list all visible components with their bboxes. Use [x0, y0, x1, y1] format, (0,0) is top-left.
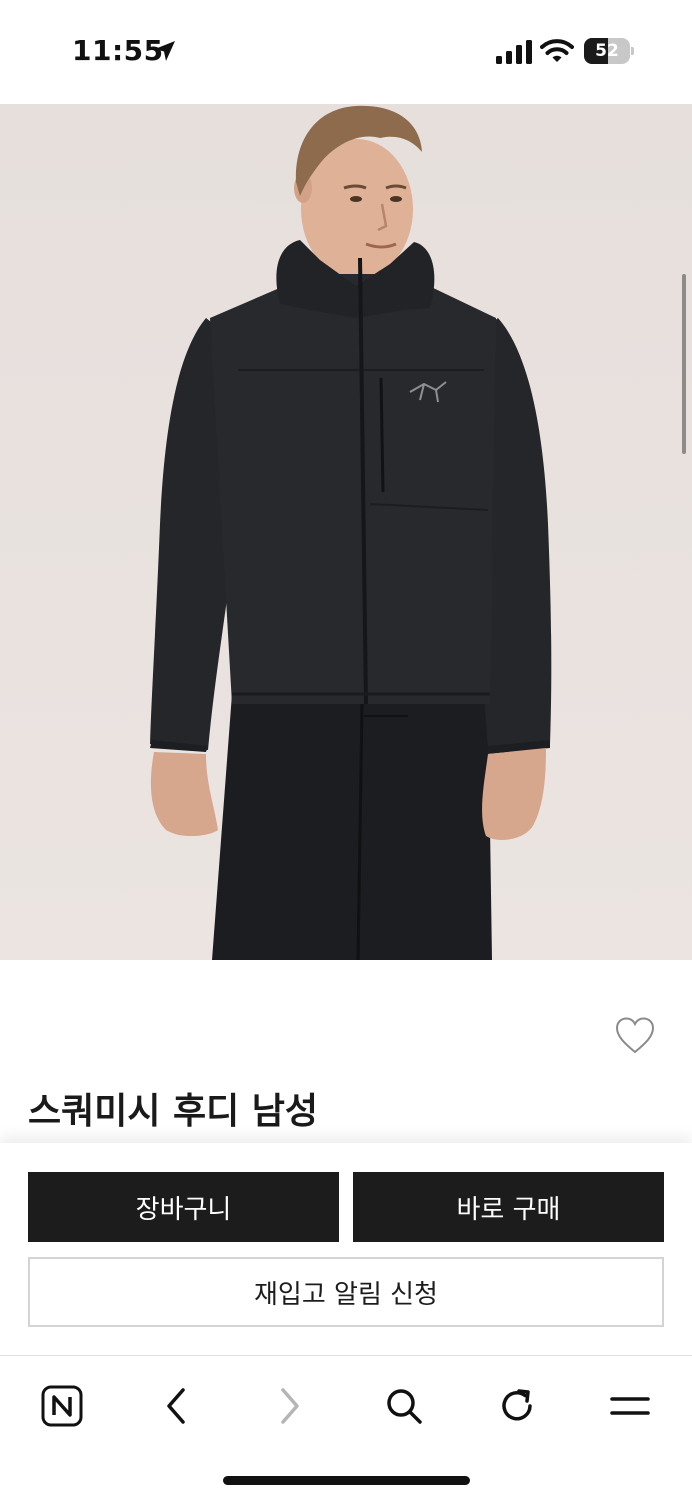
search-icon: [387, 1389, 422, 1424]
naver-home-button[interactable]: [32, 1378, 92, 1434]
product-title: 스쿼미시 후디 남성: [28, 1091, 319, 1132]
product-photo: [150, 105, 552, 960]
forward-chevron-icon: [281, 1388, 299, 1424]
forward-button[interactable]: [260, 1378, 320, 1434]
add-to-cart-button[interactable]: 장바구니: [28, 1172, 339, 1242]
status-time: 11:55: [72, 34, 164, 67]
search-button[interactable]: [374, 1378, 434, 1434]
status-bar: 11:55 52: [0, 0, 692, 104]
action-panel: 장바구니 바로 구매 재입고 알림 신청: [0, 1143, 692, 1355]
buy-now-label: 바로 구매: [456, 1194, 561, 1225]
scroll-indicator[interactable]: [682, 274, 686, 454]
browser-toolbar: [0, 1355, 692, 1500]
cellular-signal-icon: [496, 40, 532, 64]
menu-icon: [610, 1397, 650, 1415]
product-image[interactable]: [0, 104, 692, 960]
reload-button[interactable]: [487, 1378, 547, 1434]
buy-now-button[interactable]: 바로 구매: [353, 1172, 664, 1242]
back-chevron-icon: [167, 1388, 185, 1424]
add-to-cart-label: 장바구니: [135, 1194, 232, 1225]
home-indicator[interactable]: [223, 1476, 470, 1485]
menu-button[interactable]: [600, 1378, 660, 1434]
restock-notify-label: 재입고 알림 신청: [254, 1279, 438, 1310]
battery-level: 52: [595, 41, 619, 61]
heart-outline-icon[interactable]: [614, 1016, 656, 1056]
naver-n-icon: [41, 1385, 83, 1427]
wifi-icon: [540, 39, 574, 62]
back-button[interactable]: [146, 1378, 206, 1434]
reload-icon: [502, 1389, 532, 1421]
restock-notify-button[interactable]: 재입고 알림 신청: [28, 1257, 664, 1327]
location-arrow-icon: [155, 41, 175, 61]
battery-icon: 52: [584, 38, 634, 64]
